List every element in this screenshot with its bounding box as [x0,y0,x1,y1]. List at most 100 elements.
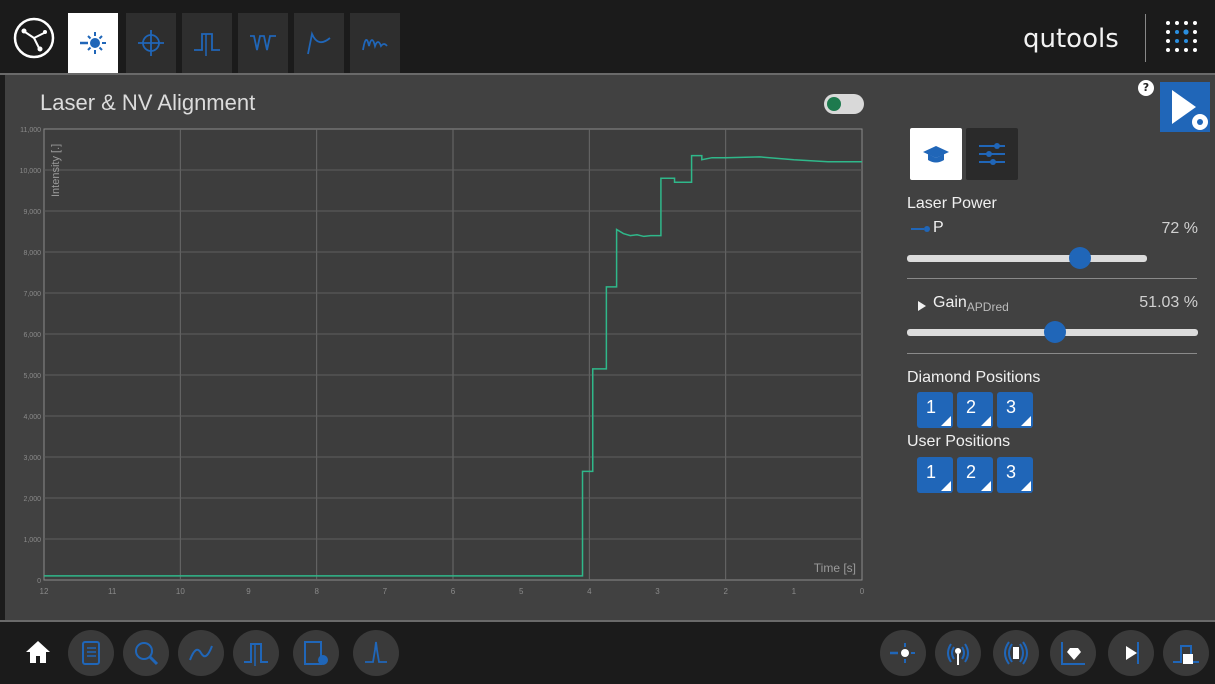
tab-wave[interactable] [350,13,400,73]
y-tick-label: 11,000 [20,127,41,134]
diamond-position-2-button[interactable]: 2 [957,392,993,428]
graduation-cap-icon [923,146,949,163]
magnetic-field-icon [1004,641,1028,665]
user-position-1-button[interactable]: 1 [917,457,953,493]
go-to-arrow-icon [1021,416,1031,426]
acquisition-toggle[interactable] [824,94,864,114]
diamond-plot-button[interactable] [1050,630,1096,676]
y-tick-label: 10,000 [20,168,42,175]
toggle-knob [827,97,841,111]
go-to-arrow-icon [981,481,991,491]
position-number: 2 [966,397,977,417]
chart-svg: 12 11 10 9 8 7 6 5 4 3 2 1 001,0002,0003,0004,0005,0… [20,127,865,596]
pulse-icon [194,33,220,56]
experiment-menu-icon[interactable] [12,16,56,60]
magnet-button[interactable] [993,630,1039,676]
tab-rabi[interactable] [294,13,344,73]
play-gear-icon [1172,90,1208,130]
file-gear-icon [304,641,328,665]
y-tick-label: 6,000 [23,332,41,339]
play-icon [1126,642,1139,664]
file-settings-button[interactable] [293,630,339,676]
y-tick-label: 7,000 [23,291,41,298]
x-axis-label: Time [s] [814,561,856,575]
gain-value: 51.03 % [1139,294,1198,311]
curve-icon [189,645,213,661]
alignment-action-button[interactable] [880,630,926,676]
go-to-arrow-icon [1021,481,1031,491]
pulse-button[interactable] [233,630,279,676]
x-tick-label: 4 [587,587,592,596]
x-tick-label: 7 [383,587,388,596]
x-tick-label: 5 [519,587,524,596]
x-tick-label: 2 [723,587,728,596]
position-number: 1 [926,397,937,417]
tab-alignment[interactable] [68,13,118,73]
power-value: 72 % [1161,220,1198,237]
position-number: 2 [966,462,977,482]
sliders-icon [979,143,1005,165]
user-positions-label: User Positions [907,433,1011,450]
y-tick-label: 8,000 [23,250,41,257]
diamond-positions-label: Diamond Positions [907,369,1041,386]
y-tick-label: 0 [37,578,41,585]
notebook-icon [82,641,100,665]
home-icon[interactable] [24,638,52,666]
notebook-button[interactable] [68,630,114,676]
crosshair-icon [138,30,164,56]
diamond-position-1-button[interactable]: 1 [917,392,953,428]
tab-odmr-scan[interactable] [126,13,176,73]
x-tick-label: 1 [792,587,797,596]
y-axis-label: Intensity [.] [50,144,62,197]
expand-arrow-icon[interactable] [918,301,926,311]
x-tick-label: 10 [176,587,185,596]
y-tick-label: 4,000 [23,414,41,421]
brand-divider [1145,14,1146,62]
oscillation-icon [362,39,388,51]
antenna-button[interactable] [935,630,981,676]
position-number: 3 [1006,397,1017,417]
laser-power-slider[interactable] [907,255,1147,262]
position-number: 3 [1006,462,1017,482]
y-tick-label: 2,000 [23,496,41,503]
diamond-position-3-button[interactable]: 3 [997,392,1033,428]
diamond-plot-icon [1061,642,1085,665]
help-icon[interactable]: ? [1138,80,1154,96]
brand-logo: qutools [1023,24,1119,54]
x-tick-label: 0 [860,587,865,596]
gain-subscript: APDred [966,300,1009,314]
position-number: 1 [926,462,937,482]
intensity-chart: 12 11 10 9 8 7 6 5 4 3 2 1 0 0 1,000 2,000 3,000 4,000 5,0… [0,120,875,605]
laser-power-slider-thumb[interactable] [1068,247,1091,269]
mode-education-button[interactable] [910,128,962,180]
user-position-2-button[interactable]: 2 [957,457,993,493]
page-title: Laser & NV Alignment [40,90,256,115]
x-tick-label: 12 [40,587,49,596]
pulse-icon [244,643,268,666]
laser-alignment-icon [80,32,106,54]
laser-alignment-icon [890,643,915,663]
curve-button[interactable] [178,630,224,676]
app-grid-icon[interactable] [1160,15,1204,59]
go-to-arrow-icon [941,416,951,426]
go-to-arrow-icon [941,481,951,491]
gain-text: Gain [933,294,967,311]
x-tick-label: 8 [314,587,319,596]
laser-beam-icon [911,226,930,232]
separator [907,278,1197,279]
power-p-label: P [933,219,944,236]
tab-odmr[interactable] [238,13,288,73]
gain-label: GainAPDred [933,294,1009,314]
user-position-3-button[interactable]: 3 [997,457,1033,493]
decay-curve-icon [307,30,331,55]
mode-settings-button[interactable] [966,128,1018,180]
play-sequence-button[interactable] [1108,630,1154,676]
run-settings-button[interactable] [1160,82,1210,132]
antenna-icon [947,643,969,665]
go-to-arrow-icon [981,416,991,426]
laser-power-label: Laser Power [907,195,997,212]
tab-pulse[interactable] [182,13,232,73]
pulse-sequence-button[interactable] [1163,630,1209,676]
spectrum-button[interactable] [353,630,399,676]
search-button[interactable] [123,630,169,676]
